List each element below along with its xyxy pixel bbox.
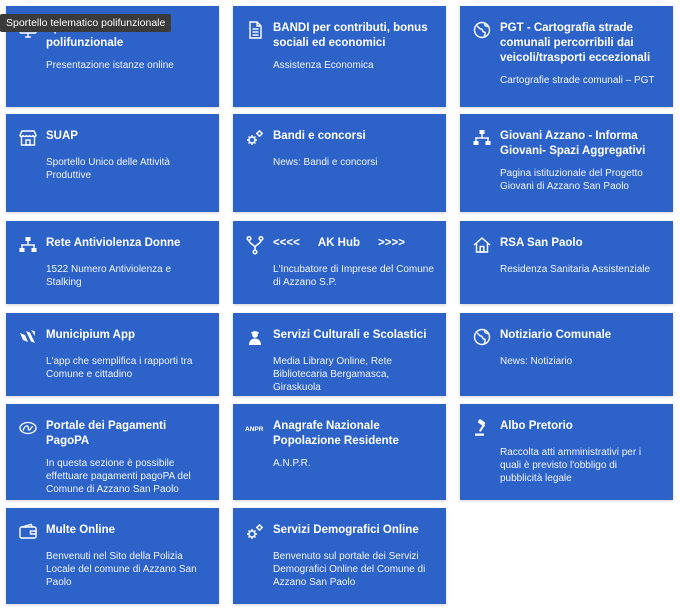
person-icon — [245, 327, 265, 347]
card-title: RSA San Paolo — [500, 237, 583, 249]
card-title: Municipium App — [46, 329, 136, 341]
card-title: Multe Online — [46, 524, 115, 536]
card-title: Giovani Azzano - Informa Giovani- Spazi … — [500, 130, 646, 157]
card-description: News: Bandi e concorsi — [273, 157, 378, 168]
tooltip: Sportello telematico polifunzionale — [0, 14, 172, 32]
card-municipium-app[interactable]: Municipium App L'app che semplifica i ra… — [6, 313, 219, 396]
card-description: Media Library Online, Rete Bibliotecaria… — [273, 356, 392, 393]
card-multe-online[interactable]: Multe Online Benvenuti nel Sito della Po… — [6, 508, 219, 604]
card-anpr[interactable]: ANPR Anagrafe Nazionale Popolazione Resi… — [233, 404, 446, 500]
card-description: In questa sezione è possibile effettuare… — [46, 458, 191, 495]
network-icon — [18, 235, 38, 255]
card-description: News: Notiziario — [500, 356, 573, 367]
card-title: Albo Pretorio — [500, 420, 573, 432]
card-notiziario-comunale[interactable]: Notiziario Comunale News: Notiziario — [460, 313, 673, 396]
title-arrow-left: <<<< — [273, 237, 300, 249]
card-ak-hub[interactable]: <<<< AK Hub >>>> L'Incubatore di Imprese d… — [233, 221, 446, 304]
fork-icon — [245, 235, 265, 255]
globe-icon — [472, 20, 492, 40]
app-logo-icon — [18, 327, 38, 347]
shop-icon — [18, 128, 38, 148]
title-arrow-right: >>>> — [378, 237, 405, 249]
wallet-icon — [18, 522, 38, 542]
card-description: Cartografie strade comunali – PGT — [500, 75, 655, 86]
card-title: Servizi Culturali e Scolastici — [273, 329, 427, 341]
card-pgt-cartografia[interactable]: PGT - Cartografia strade comunali percor… — [460, 6, 673, 107]
card-description: Sportello Unico delle Attività Produttiv… — [46, 157, 170, 181]
card-servizi-culturali[interactable]: Servizi Culturali e Scolastici Media Lib… — [233, 313, 446, 396]
network-icon — [472, 128, 492, 148]
gears-icon — [245, 522, 265, 542]
card-title: Portale dei Pagamenti PagoPA — [46, 420, 167, 447]
card-bandi-concorsi[interactable]: Bandi e concorsi News: Bandi e concorsi — [233, 114, 446, 212]
card-description: L'app che semplifica i rapporti tra Comu… — [46, 356, 193, 380]
gears-icon — [245, 128, 265, 148]
card-title: Anagrafe Nazionale Popolazione Residente — [273, 420, 399, 447]
globe-icon — [472, 327, 492, 347]
card-description: Benvenuto sul portale dei Servizi Demogr… — [273, 551, 426, 588]
card-title: Rete Antiviolenza Donne — [46, 237, 181, 249]
card-rsa-san-paolo[interactable]: RSA San Paolo Residenza Sanitaria Assist… — [460, 221, 673, 304]
anpr-logo-text: ANPR — [245, 426, 264, 433]
card-giovani-azzano[interactable]: Giovani Azzano - Informa Giovani- Spazi … — [460, 114, 673, 212]
card-description: Assistenza Economica — [273, 60, 374, 71]
card-title: Bandi e concorsi — [273, 130, 366, 142]
card-suap[interactable]: SUAP Sportello Unico delle Attività Prod… — [6, 114, 219, 212]
document-icon — [245, 20, 265, 40]
card-bandi-contributi[interactable]: BANDI per contributi, bonus sociali ed e… — [233, 6, 446, 107]
card-pagopa[interactable]: Portale dei Pagamenti PagoPA In questa s… — [6, 404, 219, 500]
home-icon — [472, 235, 492, 255]
card-rete-antiviolenza[interactable]: Rete Antiviolenza Donne 1522 Numero Anti… — [6, 221, 219, 304]
gavel-icon — [472, 418, 492, 438]
card-description: Residenza Sanitaria Assistenziale — [500, 264, 651, 275]
card-title: AK Hub — [317, 237, 361, 249]
card-description: Pagina istituzionale del Progetto Giovan… — [500, 168, 643, 192]
card-servizi-demografici[interactable]: Servizi Demografici Online Benvenuto sul… — [233, 508, 446, 604]
card-description: Benvenuti nel Sito della Polizia Locale … — [46, 551, 197, 588]
card-description: L'Incubatore di Imprese del Comune di Az… — [273, 264, 434, 288]
card-description: Raccolta atti amministrativi per i quali… — [500, 447, 642, 484]
card-albo-pretorio[interactable]: Albo Pretorio Raccolta atti amministrati… — [460, 404, 673, 500]
services-grid: Sportello telematico polifunzionale Spor… — [0, 0, 680, 610]
card-title: Servizi Demografici Online — [273, 524, 419, 536]
card-description: 1522 Numero Antiviolenza e Stalking — [46, 264, 172, 288]
card-description: A.N.P.R. — [273, 458, 311, 469]
card-title: Notiziario Comunale — [500, 329, 612, 341]
pagopa-logo-icon — [18, 418, 38, 438]
card-title: SUAP — [46, 130, 78, 142]
anpr-logo-icon: ANPR — [245, 418, 265, 438]
card-title: PGT - Cartografia strade comunali percor… — [500, 22, 651, 64]
card-title: BANDI per contributi, bonus sociali ed e… — [273, 22, 428, 49]
card-description: Presentazione istanze online — [46, 60, 174, 71]
